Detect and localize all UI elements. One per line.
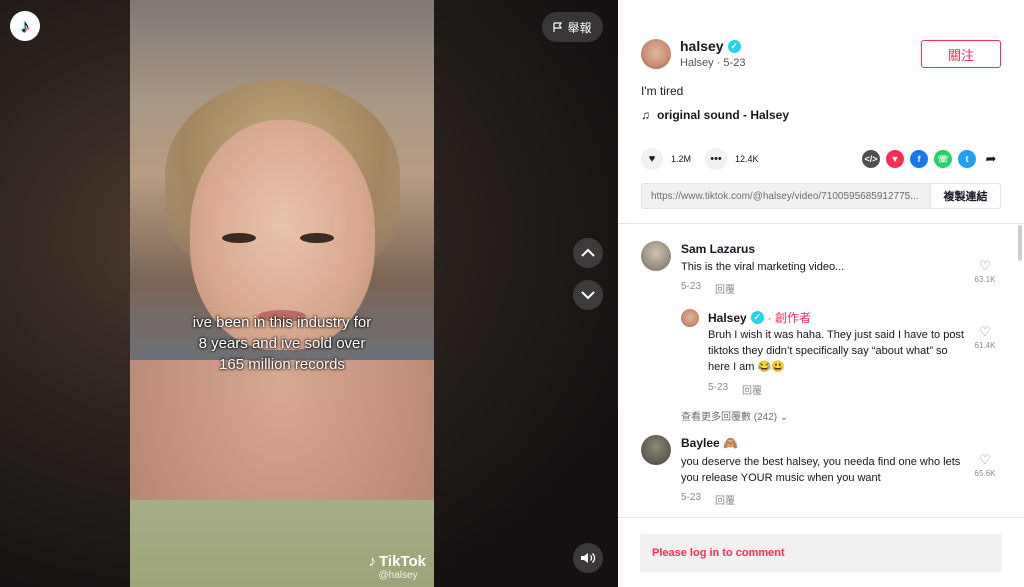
previous-video-button[interactable] [573, 238, 603, 268]
reply-button[interactable]: 回覆 [715, 492, 735, 507]
chevron-up-icon [581, 248, 595, 257]
facebook-icon[interactable]: f [910, 150, 928, 168]
share-icons: </> ▼ f ☏ t ➦ [862, 150, 1000, 168]
comment-date: 5-23 [681, 492, 702, 503]
reply-button[interactable]: 回覆 [715, 281, 735, 296]
verified-badge-icon: ✓ [727, 39, 741, 53]
video-subject-eye [300, 233, 334, 243]
author-display-name: Halsey [680, 57, 714, 69]
post-description: I'm tired [641, 84, 684, 98]
heart-icon: ♥ [641, 148, 663, 170]
music-title: original sound - Halsey [657, 108, 790, 122]
tiktok-note-icon: ♪ [368, 553, 377, 570]
comment-dots-icon: ••• [705, 148, 727, 170]
chevron-down-icon [581, 291, 595, 300]
comment-meta: 5-23 回覆 [681, 492, 735, 507]
author-subline: Halsey · 5-23 [680, 57, 745, 69]
reply-meta: 5-23 回覆 [708, 382, 762, 397]
music-link[interactable]: ♫ original sound - Halsey [641, 108, 789, 122]
next-video-button[interactable] [573, 280, 603, 310]
watermark-brand: TikTok [379, 553, 426, 570]
comment-count: 12.4K [735, 154, 759, 164]
reply-author-name[interactable]: Halsey ✓ · 創作者 [708, 309, 811, 326]
follow-button[interactable]: 關注 [921, 40, 1001, 68]
chevron-down-icon: ⌄ [779, 412, 789, 423]
like-count: 1.2M [671, 154, 692, 164]
share-arrow-icon[interactable]: ➦ [982, 150, 1000, 168]
reply-date: 5-23 [708, 382, 729, 393]
video-caption: ive been in this industry for 8 years an… [130, 312, 434, 375]
report-button[interactable]: 舉報 [542, 12, 603, 42]
view-more-replies-button[interactable]: 查看更多回覆數 (242) ⌄ [681, 408, 788, 423]
comment-text: This is the viral marketing video... [681, 261, 845, 273]
video-player[interactable]: ive been in this industry for 8 years an… [130, 0, 434, 587]
comment-like-button[interactable]: ♡ 65.6K [970, 452, 1000, 479]
login-to-comment-prompt[interactable]: Please log in to comment [640, 534, 1002, 572]
comment-like-button[interactable]: ♡ 63.1K [970, 258, 1000, 285]
commenter-avatar[interactable] [641, 435, 671, 465]
author-username: halsey [680, 38, 724, 54]
like-stat[interactable]: ♥ 1.2M [641, 148, 691, 170]
video-link-field[interactable]: https://www.tiktok.com/@halsey/video/710… [642, 191, 930, 202]
comments-scrollbar[interactable] [1018, 225, 1022, 261]
view-more-replies-label: 查看更多回覆數 (242) [681, 412, 778, 423]
copy-link-box: https://www.tiktok.com/@halsey/video/710… [641, 183, 1001, 209]
whatsapp-icon[interactable]: ☏ [934, 150, 952, 168]
comment-meta: 5-23 回覆 [681, 281, 735, 296]
comment-like-count: 65.6K [974, 469, 996, 478]
reply-like-count: 61.4K [974, 341, 996, 350]
heart-outline-icon: ♡ [979, 258, 991, 273]
twitter-icon[interactable]: t [958, 150, 976, 168]
comment-text: you deserve the best halsey, you needa f… [681, 456, 961, 484]
reply-author-name-text: Halsey [708, 310, 747, 325]
post-date: 5-23 [723, 57, 746, 69]
caption-line: ive been in this industry for [192, 314, 372, 331]
speaker-icon [581, 553, 596, 563]
commenter-name[interactable]: Baylee 🙈 [681, 436, 738, 450]
caption-line: 165 million records [219, 356, 345, 373]
tiktok-logo-icon[interactable]: ♪ [10, 11, 40, 41]
embed-icon[interactable]: </> [862, 150, 880, 168]
heart-outline-icon: ♡ [979, 324, 991, 339]
commenter-avatar[interactable] [641, 241, 671, 271]
detail-panel: halsey ✓ Halsey · 5-23 關注 I'm tired ♫ or… [618, 0, 1024, 587]
music-note-icon: ♫ [641, 108, 650, 122]
comment-like-count: 63.1K [974, 275, 996, 284]
comment-footer: Please log in to comment [618, 517, 1024, 587]
reply-text: Bruh I wish it was haha. They just said … [708, 329, 964, 373]
copy-link-button[interactable]: 複製連結 [930, 184, 1000, 208]
post-header: halsey ✓ Halsey · 5-23 關注 I'm tired ♫ or… [618, 0, 1024, 224]
author-avatar[interactable] [641, 39, 671, 69]
caption-line: 8 years and ive sold over [198, 335, 366, 352]
flag-icon [553, 21, 563, 32]
video-subject-eye [222, 233, 256, 243]
author-username-link[interactable]: halsey ✓ [680, 38, 741, 54]
send-icon[interactable]: ▼ [886, 150, 904, 168]
video-area: ive been in this industry for 8 years an… [0, 0, 618, 587]
reply-button[interactable]: 回覆 [742, 382, 762, 397]
tiktok-watermark: ♪ TikTok @halsey [369, 553, 426, 581]
reply-author-avatar[interactable] [681, 309, 699, 327]
report-label: 舉報 [567, 20, 592, 35]
creator-label: · 創作者 [767, 311, 812, 325]
verified-badge-icon: ✓ [750, 311, 764, 324]
comment-list: Sam Lazarus This is the viral marketing … [618, 225, 1024, 517]
watermark-user: @halsey [378, 570, 418, 581]
commenter-name[interactable]: Sam Lazarus [681, 242, 755, 256]
comment-date: 5-23 [681, 281, 702, 292]
comment-stat[interactable]: ••• 12.4K [705, 148, 759, 170]
reply-like-button[interactable]: ♡ 61.4K [970, 324, 1000, 351]
mute-toggle-button[interactable] [573, 543, 603, 573]
heart-outline-icon: ♡ [979, 452, 991, 467]
